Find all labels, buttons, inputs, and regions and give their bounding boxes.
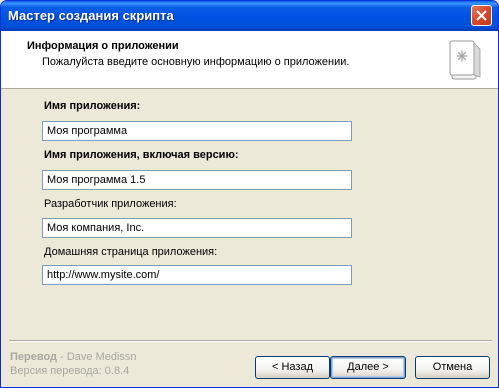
footer-divider (9, 340, 492, 342)
app-name-label: Имя приложения: (44, 100, 141, 112)
next-button[interactable]: Далее > (330, 356, 406, 379)
app-homepage-label: Домашняя страница приложения: (44, 246, 218, 258)
cancel-button[interactable]: Отмена (415, 356, 490, 379)
window-title: Мастер создания скрипта (8, 8, 174, 23)
translation-credit: Перевод - Dave Medissn (10, 351, 137, 363)
page-title: Информация о приложении (27, 40, 179, 52)
app-name-version-label: Имя приложения, включая версию: (44, 149, 239, 161)
close-button[interactable] (471, 5, 492, 26)
wizard-window: Мастер создания скрипта Информация о при… (0, 0, 499, 388)
script-wizard-icon (449, 40, 481, 80)
app-homepage-field[interactable] (42, 265, 352, 285)
header-panel: Информация о приложении Пожалуйста введи… (1, 31, 498, 89)
app-name-field[interactable] (42, 121, 352, 141)
close-icon (476, 10, 487, 21)
back-button[interactable]: < Назад (255, 356, 330, 379)
app-name-version-field[interactable] (42, 170, 352, 190)
translation-author: - Dave Medissn (57, 351, 137, 363)
app-developer-label: Разработчик приложения: (44, 198, 177, 210)
title-bar[interactable]: Мастер создания скрипта (1, 1, 498, 31)
translation-label: Перевод (10, 351, 58, 363)
app-developer-field[interactable] (42, 218, 352, 238)
translation-version: Версия перевода: 0.8.4 (10, 365, 130, 377)
page-subtitle: Пожалуйста введите основную информацию о… (42, 56, 350, 68)
